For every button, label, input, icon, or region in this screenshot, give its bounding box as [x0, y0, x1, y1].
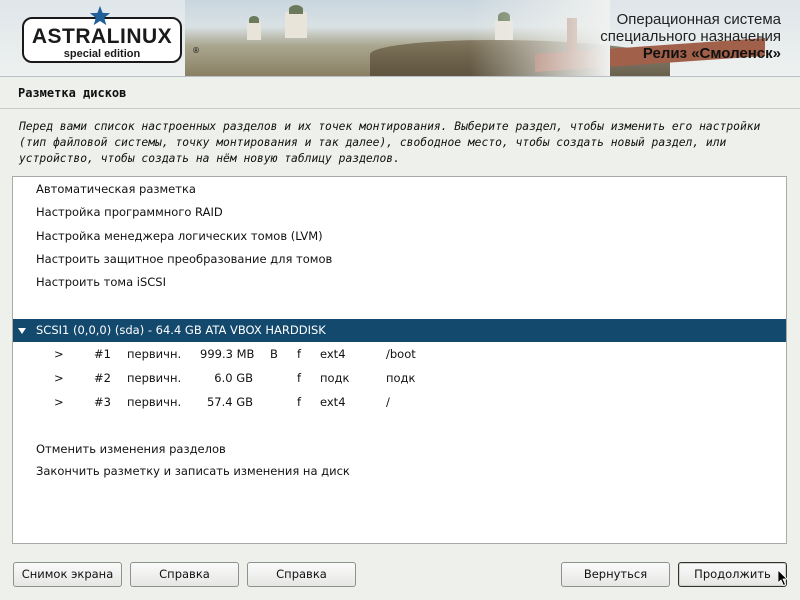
partition-format-flag: f	[297, 395, 302, 409]
menu-item-software-raid[interactable]: Настройка программного RAID	[13, 201, 786, 224]
banner-divider	[0, 76, 800, 77]
os-title-line2: специального назначения	[600, 28, 781, 45]
partition-arrow: >	[54, 347, 64, 361]
menu-item-label: Отменить изменения разделов	[36, 442, 226, 456]
continue-button[interactable]: Продолжить	[678, 562, 787, 587]
partition-mountpoint: /	[386, 395, 390, 409]
menu-item-label: Настройка менеджера логических томов (LV…	[36, 229, 323, 243]
partition-filesystem: подк	[320, 371, 350, 385]
menu-item-label: Автоматическая разметка	[36, 182, 196, 196]
partition-arrow: >	[54, 395, 64, 409]
partition-type: первичн.	[127, 395, 182, 409]
star-icon	[89, 5, 111, 26]
menu-item-label: Закончить разметку и записать изменения …	[36, 464, 350, 478]
menu-item-finish-partitioning[interactable]: Закончить разметку и записать изменения …	[13, 460, 786, 483]
partition-list[interactable]: Автоматическая разметка Настройка програ…	[12, 176, 787, 544]
partition-mountpoint: /boot	[386, 347, 416, 361]
partition-filesystem: ext4	[320, 347, 346, 361]
partition-type: первичн.	[127, 371, 182, 385]
os-title-line1: Операционная система	[616, 11, 781, 28]
menu-item-encrypted-volumes[interactable]: Настроить защитное преобразование для то…	[13, 248, 786, 271]
partition-number: #2	[94, 371, 111, 385]
expand-triangle-icon	[18, 328, 26, 334]
partition-number: #1	[94, 347, 111, 361]
partition-filesystem: ext4	[320, 395, 346, 409]
partition-number: #3	[94, 395, 111, 409]
partition-format-flag: f	[297, 371, 302, 385]
partition-size: 999.3 MB	[200, 347, 255, 361]
mouse-pointer-icon	[778, 570, 788, 586]
partition-row[interactable]: > #2 первичн. 6.0 GB f подк подк	[13, 367, 786, 390]
os-release: Релиз «Смоленск»	[642, 45, 781, 62]
header-banner: ASTRALINUX special edition ® Операционна…	[0, 0, 800, 76]
title-divider	[0, 108, 800, 109]
logo-subtitle: special edition	[63, 48, 141, 60]
menu-item-iscsi[interactable]: Настроить тома iSCSI	[13, 271, 786, 294]
registered-mark-icon: ®	[192, 46, 200, 55]
help-button[interactable]: Справка	[130, 562, 239, 587]
menu-item-lvm[interactable]: Настройка менеджера логических томов (LV…	[13, 225, 786, 248]
partition-size: 57.4 GB	[206, 395, 253, 409]
menu-item-label: Настроить тома iSCSI	[36, 275, 166, 289]
partition-boot-flag: B	[270, 347, 278, 361]
menu-item-auto-partition[interactable]: Автоматическая разметка	[13, 178, 786, 201]
partition-type: первичн.	[127, 347, 182, 361]
partition-size: 6.0 GB	[214, 371, 253, 385]
partition-format-flag: f	[297, 347, 302, 361]
menu-item-label: Настройка программного RAID	[36, 205, 223, 219]
partition-arrow: >	[54, 371, 64, 385]
disk-row-sda[interactable]: SCSI1 (0,0,0) (sda) - 64.4 GB ATA VBOX H…	[13, 319, 786, 342]
logo-text: ASTRALINUX	[31, 25, 173, 48]
partition-row[interactable]: > #3 первичн. 57.4 GB f ext4 /	[13, 391, 786, 414]
partition-mountpoint: подк	[386, 371, 416, 385]
menu-item-undo-changes[interactable]: Отменить изменения разделов	[13, 438, 786, 461]
page-description: Перед вами список настроенных разделов и…	[19, 120, 761, 165]
partition-row[interactable]: > #1 первичн. 999.3 MB B f ext4 /boot	[13, 343, 786, 366]
page-title: Разметка дисков	[18, 86, 127, 100]
back-button[interactable]: Вернуться	[561, 562, 670, 587]
menu-item-label: Настроить защитное преобразование для то…	[36, 252, 333, 266]
disk-label: SCSI1 (0,0,0) (sda) - 64.4 GB ATA VBOX H…	[36, 323, 326, 337]
screenshot-button[interactable]: Снимок экрана	[13, 562, 122, 587]
help-button-secondary[interactable]: Справка	[247, 562, 356, 587]
